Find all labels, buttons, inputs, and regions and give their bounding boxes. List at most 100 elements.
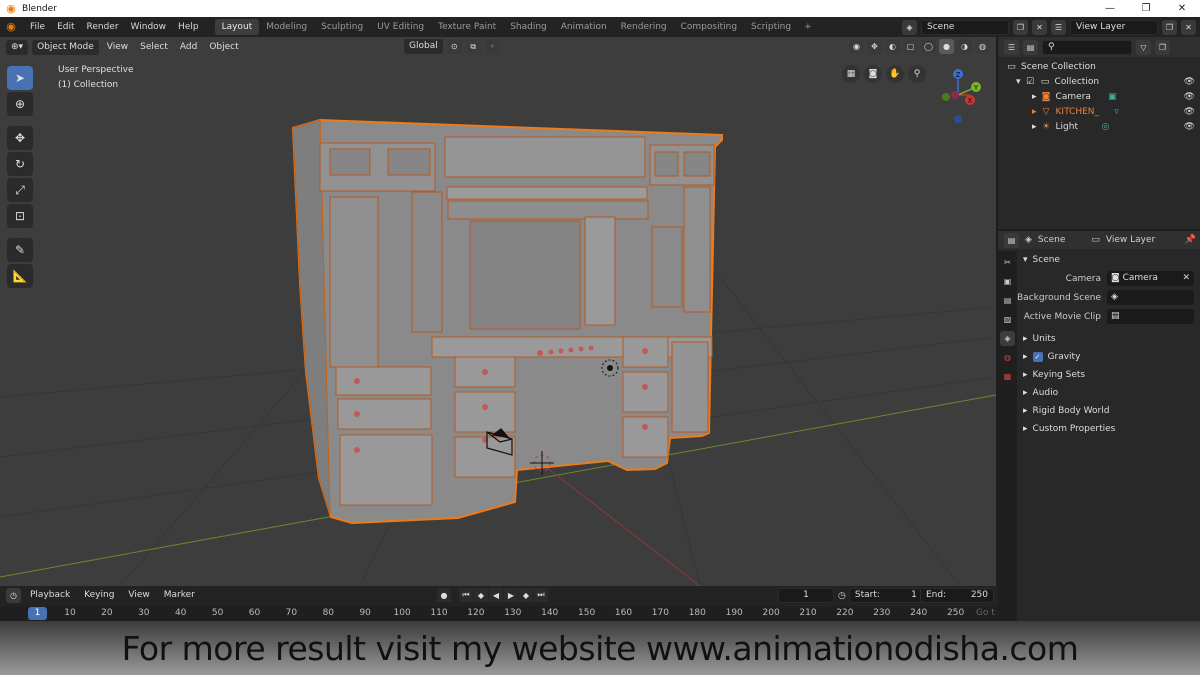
properties-editor-icon[interactable]: ▤ xyxy=(1004,232,1019,248)
units-panel-header[interactable]: ▸ Units xyxy=(1017,330,1200,348)
camera-view-icon[interactable]: ◙ xyxy=(864,65,882,83)
visibility-icon[interactable]: ◉ xyxy=(849,39,864,54)
mesh-data-icon[interactable]: ▿ xyxy=(1111,107,1122,117)
tab-shading[interactable]: Shading xyxy=(503,19,554,35)
tab-scripting[interactable]: Scripting xyxy=(744,19,798,35)
transform-orientation-dropdown[interactable]: Global xyxy=(404,39,443,54)
kitchen-cabinet-model[interactable] xyxy=(291,118,723,525)
background-scene-field[interactable]: ◈ xyxy=(1107,290,1194,305)
tab-layout[interactable]: Layout xyxy=(214,19,260,35)
zoom-icon[interactable]: ⚲ xyxy=(908,65,926,83)
custom-properties-panel-header[interactable]: ▸ Custom Properties xyxy=(1017,420,1200,438)
maximize-button[interactable]: ❐ xyxy=(1128,3,1164,14)
jump-start-icon[interactable]: ⏮ xyxy=(459,588,473,602)
minimize-button[interactable]: — xyxy=(1092,3,1128,14)
eye-icon[interactable]: 👁 xyxy=(1184,122,1195,132)
move-tool-icon[interactable]: ✥ xyxy=(7,126,33,150)
menu-edit[interactable]: Edit xyxy=(51,22,80,32)
outliner-row-light[interactable]: ▸ ☀ Light ◎ 👁 xyxy=(998,119,1200,134)
rendered-shading-icon[interactable]: ◍ xyxy=(975,39,990,54)
start-frame-field[interactable]: Start: 1 xyxy=(848,588,923,603)
object-mode-dropdown[interactable]: Object Mode xyxy=(32,39,99,55)
transform-tool-icon[interactable]: ⊡ xyxy=(7,204,33,228)
3d-viewport[interactable]: ⊕▾ Object Mode View Select Add Object Gl… xyxy=(0,37,996,586)
end-frame-field[interactable]: End: 250 xyxy=(920,588,994,603)
play-icon[interactable]: ▶ xyxy=(504,588,518,602)
rotate-tool-icon[interactable]: ↻ xyxy=(7,152,33,176)
outliner-editor-icon[interactable]: ☰ xyxy=(1004,39,1019,55)
xray-icon[interactable]: ▢ xyxy=(903,39,918,54)
eye-icon[interactable]: 👁 xyxy=(1184,77,1195,87)
timeline-menu-keying[interactable]: Keying xyxy=(79,590,119,600)
viewport-menu-select[interactable]: Select xyxy=(136,42,172,52)
eye-icon[interactable]: 👁 xyxy=(1184,107,1195,117)
wireframe-shading-icon[interactable]: ◯ xyxy=(921,39,936,54)
world-tab-icon[interactable]: ◍ xyxy=(1000,350,1015,365)
gravity-panel-header[interactable]: ▸ ✓ Gravity xyxy=(1017,348,1200,366)
new-scene-icon[interactable]: ❐ xyxy=(1013,19,1028,35)
timeline-menu-marker[interactable]: Marker xyxy=(159,590,200,600)
tab-compositing[interactable]: Compositing xyxy=(674,19,744,35)
annotate-tool-icon[interactable]: ✎ xyxy=(7,238,33,262)
close-button[interactable]: ✕ xyxy=(1164,3,1200,14)
tab-sculpting[interactable]: Sculpting xyxy=(314,19,370,35)
checkbox-icon[interactable]: ☑ xyxy=(1025,77,1036,87)
gizmo-neg-x-icon[interactable] xyxy=(951,91,959,99)
measure-tool-icon[interactable]: 📐 xyxy=(7,264,33,288)
timeline-editor-icon[interactable]: ◷ xyxy=(6,587,21,603)
scene-canvas[interactable] xyxy=(0,37,996,586)
grid-view-icon[interactable]: ▦ xyxy=(842,65,860,83)
movie-clip-field[interactable]: ▤ xyxy=(1107,309,1194,324)
scale-tool-icon[interactable]: ⤢ xyxy=(7,178,33,202)
pivot-icon[interactable]: ⊙ xyxy=(446,39,462,54)
scene-selector[interactable]: Scene xyxy=(921,19,1009,35)
filter-icon[interactable]: ▽ xyxy=(1136,39,1151,55)
tab-texture-paint[interactable]: Texture Paint xyxy=(431,19,503,35)
audio-panel-header[interactable]: ▸ Audio xyxy=(1017,384,1200,402)
texture-tab-icon[interactable]: ▦ xyxy=(1000,369,1015,384)
output-tab-icon[interactable]: ▤ xyxy=(1000,293,1015,308)
pin-icon[interactable]: 📌 xyxy=(1185,235,1200,245)
viewport-menu-view[interactable]: View xyxy=(103,42,132,52)
material-shading-icon[interactable]: ◑ xyxy=(957,39,972,54)
menu-file[interactable]: File xyxy=(24,22,51,32)
expand-chevron-icon[interactable]: ▾ xyxy=(1016,77,1021,87)
playhead-marker[interactable]: 1 xyxy=(28,607,47,620)
camera-field[interactable]: ◙ Camera ✕ xyxy=(1107,271,1194,286)
add-workspace-button[interactable]: + xyxy=(798,22,818,32)
play-reverse-icon[interactable]: ◀ xyxy=(489,588,503,602)
current-frame-field[interactable]: 1 xyxy=(778,588,834,603)
menu-render[interactable]: Render xyxy=(81,22,125,32)
jump-keyframe-back-icon[interactable]: ◆ xyxy=(474,588,488,602)
select-box-tool-icon[interactable]: ➤ xyxy=(7,66,33,90)
tab-modeling[interactable]: Modeling xyxy=(259,19,314,35)
record-button-icon[interactable]: ● xyxy=(437,588,451,602)
gizmo-toggle-icon[interactable]: ✥ xyxy=(867,39,882,54)
gravity-checkbox[interactable]: ✓ xyxy=(1032,352,1043,362)
outliner-row-scene-collection[interactable]: ▭ Scene Collection xyxy=(998,59,1200,74)
expand-chevron-icon[interactable]: ▸ xyxy=(1032,122,1037,132)
camera-data-icon[interactable]: ▣ xyxy=(1107,92,1118,102)
view-layer-selector[interactable]: View Layer xyxy=(1070,19,1158,35)
scene-icon[interactable]: ◈ xyxy=(902,19,917,35)
new-collection-icon[interactable]: ❐ xyxy=(1155,39,1170,55)
overlay-toggle-icon[interactable]: ◐ xyxy=(885,39,900,54)
outliner-row-camera[interactable]: ▸ ◙ Camera ▣ 👁 xyxy=(998,89,1200,104)
timeline-ruler[interactable]: 1 Go t 10 20 30 40 50 60 70 80 90 100 110 120 130 140… xyxy=(0,606,1016,621)
expand-chevron-icon[interactable]: ▸ xyxy=(1032,107,1037,117)
display-mode-icon[interactable]: ▤ xyxy=(1023,39,1038,55)
timeline-menu-view[interactable]: View xyxy=(123,590,154,600)
snap-icon[interactable]: ⧉ xyxy=(465,39,481,54)
delete-scene-icon[interactable]: ✕ xyxy=(1032,19,1047,35)
light-data-icon[interactable]: ◎ xyxy=(1100,122,1111,132)
navigation-gizmo[interactable]: Z Y X xyxy=(928,65,988,125)
cursor-tool-icon[interactable]: ⊕ xyxy=(7,92,33,116)
scene-panel-header[interactable]: ▾ Scene xyxy=(1017,251,1200,269)
editor-type-button[interactable]: ⊕▾ xyxy=(6,39,29,55)
tab-rendering[interactable]: Rendering xyxy=(614,19,674,35)
gizmo-neg-y-icon[interactable] xyxy=(942,93,950,101)
blender-menu-icon[interactable]: ◉ xyxy=(4,20,18,34)
jump-keyframe-forward-icon[interactable]: ◆ xyxy=(519,588,533,602)
clear-icon[interactable]: ✕ xyxy=(1182,271,1190,286)
view-layer-tab-icon[interactable]: ▨ xyxy=(1000,312,1015,327)
